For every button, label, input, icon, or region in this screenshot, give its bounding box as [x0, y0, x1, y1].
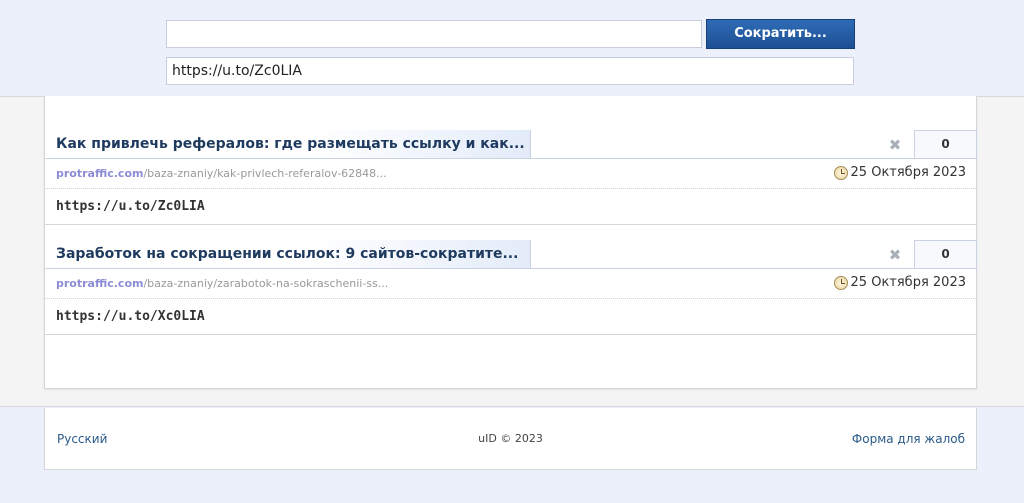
link-entry-header: Как привлечь рефералов: где размещать сс…: [45, 130, 977, 159]
url-input[interactable]: [166, 20, 702, 48]
link-date: 25 Октября 2023: [833, 165, 966, 180]
source-url-link[interactable]: protraffic.com/baza-znaniy/kak-privlech-…: [56, 167, 387, 180]
complaint-form-link[interactable]: Форма для жалоб: [852, 432, 965, 446]
link-date: 25 Октября 2023: [833, 275, 966, 290]
short-url-text: https://u.to/Zc0LIA: [45, 189, 976, 225]
copyright-text: uID © 2023: [478, 432, 543, 445]
date-text: 25 Октября 2023: [850, 165, 966, 180]
source-path: /baza-znaniy/zarabotok-na-sokraschenii-s…: [143, 277, 389, 290]
links-panel: Как привлечь рефералов: где размещать сс…: [44, 96, 977, 389]
shortener-header: Сократить...: [0, 0, 1024, 96]
link-entry-header: Заработок на сокращении ссылок: 9 сайтов…: [45, 240, 977, 269]
date-text: 25 Октября 2023: [850, 275, 966, 290]
clock-icon: [833, 165, 848, 180]
click-count: 0: [914, 130, 977, 159]
source-domain: protraffic.com: [56, 277, 144, 290]
source-domain: protraffic.com: [56, 167, 144, 180]
close-icon[interactable]: ✖: [887, 137, 903, 153]
link-meta: protraffic.com/baza-znaniy/kak-privlech-…: [45, 159, 976, 189]
click-count: 0: [914, 240, 977, 269]
short-url-result-field[interactable]: [166, 57, 854, 85]
link-entry: Заработок на сокращении ссылок: 9 сайтов…: [45, 240, 977, 335]
link-meta: protraffic.com/baza-znaniy/zarabotok-na-…: [45, 269, 976, 299]
source-path: /baza-znaniy/kak-privlech-referalov-6284…: [143, 167, 387, 180]
link-title[interactable]: Как привлечь рефералов: где размещать сс…: [45, 130, 531, 159]
shorten-button[interactable]: Сократить...: [706, 19, 855, 49]
link-entry: Как привлечь рефералов: где размещать сс…: [45, 130, 977, 225]
footer: Русский uID © 2023 Форма для жалоб: [44, 408, 977, 470]
source-url-link[interactable]: protraffic.com/baza-znaniy/zarabotok-na-…: [56, 277, 388, 290]
link-title[interactable]: Заработок на сокращении ссылок: 9 сайтов…: [45, 240, 531, 269]
short-url-text: https://u.to/Xc0LIA: [45, 299, 976, 335]
close-icon[interactable]: ✖: [887, 247, 903, 263]
clock-icon: [833, 275, 848, 290]
